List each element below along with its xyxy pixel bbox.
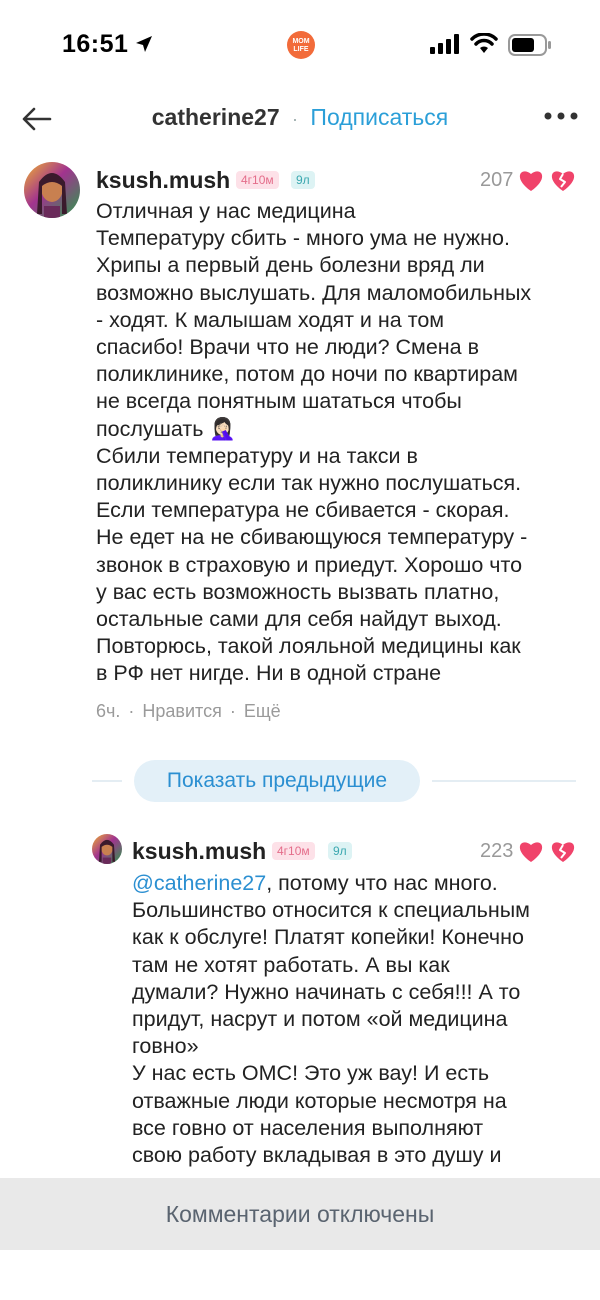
heart-icon[interactable] bbox=[518, 168, 544, 192]
heart-icon[interactable] bbox=[518, 839, 544, 863]
show-previous-button[interactable]: Показать предыдущие bbox=[134, 760, 420, 802]
kid-age-badge: 9л bbox=[291, 171, 315, 189]
comment-username[interactable]: ksush.mush bbox=[132, 838, 266, 865]
age-badge: 4г10м bbox=[236, 171, 279, 189]
comment-meta: 6ч. · Нравится · Ещё bbox=[96, 701, 281, 722]
header-separator: · bbox=[292, 109, 299, 129]
more-options-icon[interactable] bbox=[543, 104, 579, 128]
comment-text: Отличная у нас медицина Температуру сбит… bbox=[96, 199, 532, 686]
divider-left bbox=[92, 780, 122, 782]
meta-separator: · bbox=[128, 701, 135, 721]
header-username[interactable]: catherine27 bbox=[152, 104, 280, 130]
divider-right bbox=[432, 780, 576, 782]
avatar-image bbox=[92, 834, 122, 864]
location-arrow-icon bbox=[136, 36, 152, 52]
comment-time: 6ч. bbox=[96, 701, 121, 721]
reply-text: , потому что нас много. Большинство отно… bbox=[132, 871, 530, 1168]
age-badge: 4г10м bbox=[272, 842, 315, 860]
subscribe-button[interactable]: Подписаться bbox=[310, 104, 448, 130]
avatar[interactable] bbox=[92, 834, 122, 864]
broken-heart-icon[interactable] bbox=[550, 168, 576, 192]
avatar[interactable] bbox=[24, 162, 80, 218]
comment-username[interactable]: ksush.mush bbox=[96, 167, 230, 194]
broken-heart-icon[interactable] bbox=[550, 839, 576, 863]
status-bar: 16:51 MOM LIFE bbox=[0, 0, 600, 90]
like-count: 207 bbox=[480, 169, 514, 191]
comments-disabled-bar: Комментарии отключены bbox=[0, 1178, 600, 1250]
like-count: 223 bbox=[480, 840, 514, 862]
like-action[interactable]: Нравится bbox=[142, 701, 221, 721]
comment-text: @catherine27, потому что нас много. Боль… bbox=[132, 870, 590, 1176]
bottom-safe-area bbox=[0, 1250, 600, 1300]
kid-age-badge: 9л bbox=[328, 842, 352, 860]
header-title: catherine27 · Подписаться bbox=[0, 104, 600, 131]
status-time: 16:51 bbox=[62, 30, 129, 58]
wifi-icon bbox=[470, 33, 498, 53]
signal-icon bbox=[430, 34, 459, 54]
user-mention[interactable]: @catherine27 bbox=[132, 871, 266, 895]
top-nav-bar: catherine27 · Подписаться bbox=[0, 92, 600, 146]
more-action[interactable]: Ещё bbox=[244, 701, 281, 721]
battery-icon bbox=[508, 34, 551, 56]
avatar-image bbox=[24, 162, 80, 218]
app-logo: MOM LIFE bbox=[287, 31, 315, 59]
meta-separator: · bbox=[229, 701, 236, 721]
